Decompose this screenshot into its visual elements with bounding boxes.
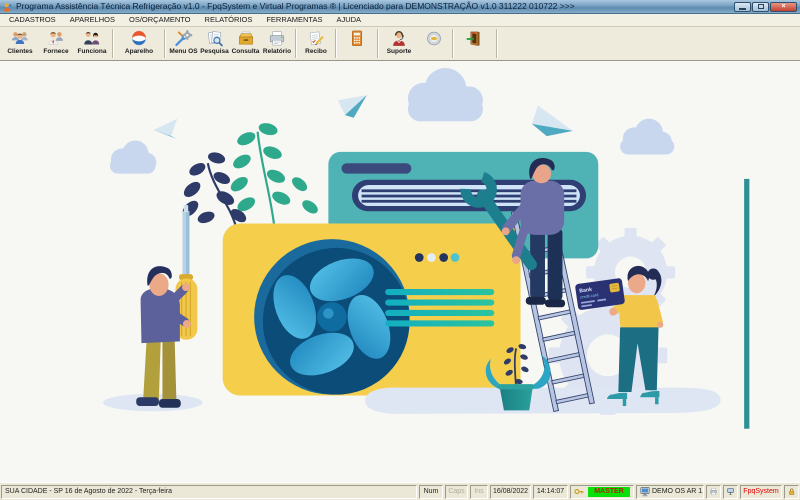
paper-plane — [532, 106, 573, 137]
status-time: 14:14:07 — [533, 485, 568, 499]
toolbar-label: Pesquisa — [200, 48, 229, 55]
toolbar-separator — [112, 29, 114, 58]
toolbar-button-pesquisa[interactable]: Pesquisa — [199, 28, 230, 59]
toolbar-separator — [377, 29, 379, 58]
toolbar-label: Relatório — [263, 48, 291, 55]
application-window: { "window": { "title": "Programa Assistê… — [0, 0, 800, 500]
computer-icon — [640, 486, 650, 497]
hvac-illustration: Bank credit card — [0, 61, 800, 482]
printer-icon — [710, 486, 717, 497]
minimize-icon — [739, 8, 746, 10]
cloud — [110, 140, 156, 173]
toolbar-label: Aparelho — [125, 48, 153, 55]
toolbar-button-calculator[interactable] — [339, 28, 375, 59]
toolbar-label: Funciona — [78, 48, 107, 55]
exit-door-icon — [465, 30, 485, 47]
status-date: 16/08/2022 — [490, 485, 531, 499]
calculator-icon — [347, 30, 367, 47]
toolbar-button-aparelho[interactable]: Aparelho — [116, 28, 162, 59]
toolbar-separator — [164, 29, 166, 58]
cloud — [408, 68, 483, 121]
toolbar-button-clientes[interactable]: Clientes — [2, 28, 38, 59]
toolbar-button-consulta[interactable]: Consulta — [230, 28, 261, 59]
ac-outdoor-unit — [223, 223, 521, 395]
minimize-button[interactable] — [734, 2, 751, 12]
lookup-drawer-icon — [236, 30, 256, 47]
monitor-icon — [727, 486, 734, 497]
coin-icon — [424, 30, 444, 47]
main-canvas: Bank credit card — [0, 61, 800, 482]
toolbar-separator — [496, 29, 498, 58]
paper-plane — [154, 119, 178, 139]
toolbar-separator — [335, 29, 337, 58]
paper-plane — [338, 95, 367, 118]
app-icon — [3, 2, 13, 12]
status-num-lock: Num — [419, 485, 443, 499]
toolbar-button-menu-os[interactable]: Menu OS — [168, 28, 199, 59]
status-insert: Ins — [470, 485, 488, 499]
toolbar-label: Suporte — [387, 48, 412, 55]
status-user-panel: MASTER — [570, 485, 634, 499]
toolbar-button-relatorio[interactable]: Relatório — [261, 28, 293, 59]
status-monitor-panel[interactable] — [723, 485, 738, 499]
menu-bar: CADASTROS APARELHOS OS/ORÇAMENTO RELATÓR… — [0, 14, 800, 27]
key-icon — [574, 486, 584, 497]
maximize-icon — [758, 4, 764, 9]
menu-ajuda[interactable]: AJUDA — [329, 14, 368, 26]
status-caps-lock: Caps — [445, 485, 468, 499]
toolbar-button-suporte[interactable]: Suporte — [381, 28, 417, 59]
clients-icon — [10, 30, 30, 47]
toolbar-label: Clientes — [7, 48, 32, 55]
close-button[interactable]: × — [770, 2, 797, 12]
menu-ferramentas[interactable]: FERRAMENTAS — [259, 14, 329, 26]
fan — [254, 239, 409, 394]
status-user: MASTER — [588, 487, 630, 497]
toolbar-button-recibo[interactable]: Recibo — [299, 28, 333, 59]
toolbar-separator — [295, 29, 297, 58]
status-printer-panel[interactable] — [706, 485, 721, 499]
menu-os-orcamento[interactable]: OS/ORÇAMENTO — [122, 14, 198, 26]
toolbar: Clientes Fornece Funciona Aparelho — [0, 27, 800, 61]
menu-cadastros[interactable]: CADASTROS — [2, 14, 63, 26]
status-system-panel: DEMO OS AR 1.0 — [636, 485, 704, 499]
right-border-line — [744, 179, 749, 429]
status-lock-panel[interactable] — [784, 485, 799, 499]
status-brand: FpqSystem — [740, 485, 782, 499]
toolbar-label: Fornece — [43, 48, 68, 55]
window-controls: × — [733, 2, 797, 12]
toolbar-button-funciona[interactable]: Funciona — [74, 28, 110, 59]
toolbar-button-fornece[interactable]: Fornece — [38, 28, 74, 59]
suppliers-icon — [46, 30, 66, 47]
title-bar: Programa Assistência Técnica Refrigeraçã… — [0, 0, 800, 14]
brand-label: FpqSystem — [743, 488, 778, 495]
maximize-button[interactable] — [752, 2, 769, 12]
toolbar-label: Menu OS — [169, 48, 197, 55]
toolbar-label: Consulta — [232, 48, 260, 55]
status-bar: SUA CIDADE - SP 16 de Agosto de 2022 - T… — [0, 482, 800, 500]
support-agent-icon — [389, 30, 409, 47]
toolbar-separator — [452, 29, 454, 58]
search-documents-icon — [205, 30, 225, 47]
window-title: Programa Assistência Técnica Refrigeraçã… — [16, 0, 733, 13]
employees-icon — [82, 30, 102, 47]
plant-branch-green — [228, 121, 320, 226]
device-icon — [129, 30, 149, 47]
cloud — [620, 119, 674, 155]
toolbar-button-coin[interactable] — [417, 28, 450, 59]
status-system: DEMO OS AR 1.0 — [652, 488, 704, 495]
toolbar-button-exit[interactable] — [456, 28, 494, 59]
technician-with-screwdriver — [136, 205, 197, 408]
lock-icon — [788, 486, 795, 497]
menu-aparelhos[interactable]: APARELHOS — [63, 14, 122, 26]
status-location: SUA CIDADE - SP 16 de Agosto de 2022 - T… — [1, 485, 417, 499]
menu-relatorios[interactable]: RELATÓRIOS — [198, 14, 260, 26]
floor-shadow — [365, 388, 721, 414]
receipt-icon — [306, 30, 326, 47]
toolbar-label: Recibo — [305, 48, 327, 55]
report-printer-icon — [267, 30, 287, 47]
service-order-tools-icon — [174, 30, 194, 47]
